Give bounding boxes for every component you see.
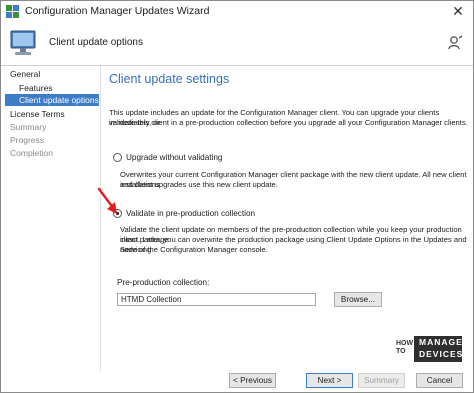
browse-button[interactable]: Browse...	[334, 292, 382, 307]
nav-item-summary: Summary	[10, 122, 47, 132]
upgrade-without-validating-radio[interactable]	[113, 153, 122, 162]
option2-desc-line-3: node of the Configuration Manager consol…	[120, 245, 268, 254]
nav-item-general[interactable]: General	[10, 69, 40, 79]
section-heading: Client update settings	[109, 72, 230, 86]
help-user-icon[interactable]	[447, 35, 463, 51]
app-icon	[6, 5, 19, 18]
close-icon: ✕	[452, 3, 464, 19]
title-bar: Configuration Manager Updates Wizard ✕	[1, 1, 473, 23]
close-button[interactable]: ✕	[449, 2, 467, 20]
computer-icon	[10, 30, 36, 55]
watermark-box: MANAGE DEVICES	[414, 336, 462, 362]
next-button[interactable]: Next >	[306, 373, 353, 388]
wizard-nav: General Features Client update options L…	[1, 66, 101, 371]
upgrade-without-validating-label[interactable]: Upgrade without validating	[126, 153, 223, 162]
summary-button: Summary	[358, 373, 405, 388]
nav-item-progress: Progress	[10, 135, 45, 145]
howto-watermark-logo: HOW TO MANAGE DEVICES	[396, 336, 464, 362]
red-arrow-annotation	[97, 187, 117, 214]
validate-preproduction-label[interactable]: Validate in pre-production collection	[126, 209, 255, 218]
main-content: Client update settings This update inclu…	[101, 66, 473, 371]
wizard-header: Client update options	[1, 23, 473, 65]
watermark-how-text: HOW TO	[396, 340, 414, 355]
wizard-window: Configuration Manager Updates Wizard ✕ C…	[0, 0, 474, 393]
nav-item-completion: Completion	[10, 148, 53, 158]
page-title: Client update options	[49, 37, 143, 48]
nav-item-client-update-options[interactable]: Client update options	[5, 94, 99, 106]
cancel-button[interactable]: Cancel	[416, 373, 463, 388]
nav-item-license-terms[interactable]: License Terms	[10, 109, 65, 119]
nav-item-features[interactable]: Features	[19, 83, 53, 93]
collection-label: Pre-production collection:	[117, 278, 210, 287]
previous-button[interactable]: < Previous	[229, 373, 276, 388]
collection-input[interactable]: HTMD Collection	[117, 293, 316, 306]
option1-desc-line-2: and client upgrades use this new client …	[120, 180, 278, 189]
window-title: Configuration Manager Updates Wizard	[25, 5, 210, 17]
intro-text-line-2: validate this client in a pre-production…	[109, 118, 468, 127]
